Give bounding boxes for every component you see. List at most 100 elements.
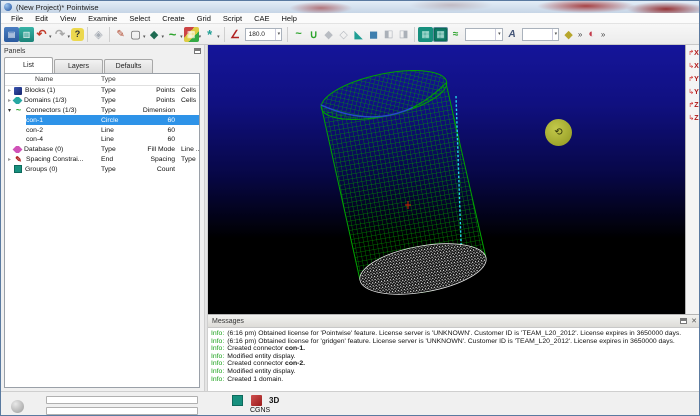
tree-row-blocks[interactable]: ▸Blocks (1) Type Points Cells	[5, 86, 199, 96]
title-bar[interactable]: (New Project)* Pointwise	[1, 1, 700, 13]
messages-panel: Messages ✕ Info:(6:16 pm) Obtained licen…	[208, 314, 700, 391]
expand-icon[interactable]: ▸	[5, 87, 14, 94]
column-name[interactable]: Name	[5, 76, 101, 83]
groups-icon	[14, 165, 22, 173]
tree-row-con-2[interactable]: con-2 Line 60	[5, 125, 199, 135]
log-line: Info:(6:16 pm) Obtained license for 'Poi…	[211, 330, 700, 338]
display-3d-viewport[interactable]: ⟲	[208, 45, 685, 314]
grid-shaded-button[interactable]: ▦	[433, 27, 448, 42]
tab-layers[interactable]: Layers	[54, 59, 103, 73]
view-minus-y-button[interactable]: ↳Y	[687, 87, 700, 98]
messages-log[interactable]: Info:(6:16 pm) Obtained license for 'Poi…	[208, 328, 700, 391]
tree-row-database[interactable]: Database (0) Type Fill Mode Line ...	[5, 145, 199, 155]
combo-dropdown-icon[interactable]: ▾	[552, 29, 558, 40]
center-column: ⟲ ↱X ↳X ↱Y ↳Y ↱Z ↳Z Messages ✕	[208, 45, 700, 391]
menu-examine[interactable]: Examine	[82, 13, 123, 24]
log-line: Info:Created 1 domain.	[211, 376, 700, 384]
diamond-tool-a-button[interactable]: ◆	[321, 27, 336, 42]
label-tool-button[interactable]: A	[505, 27, 520, 42]
menu-help[interactable]: Help	[275, 13, 302, 24]
column-type[interactable]: Type	[101, 76, 141, 83]
wedge-tool-button[interactable]: ◣	[351, 27, 366, 42]
dashed-connector-button[interactable]: ≈	[448, 27, 463, 42]
draw-style-button[interactable]: ✎	[113, 27, 128, 42]
menu-create[interactable]: Create	[156, 13, 191, 24]
rotate-angle-button[interactable]: ∠	[228, 27, 243, 42]
view-plus-y-button[interactable]: ↱Y	[687, 74, 700, 85]
mask-tool-button[interactable]: ◐	[584, 27, 599, 42]
open-button[interactable]: ▥	[19, 27, 34, 42]
pointwise-window: (New Project)* Pointwise File Edit View …	[0, 0, 700, 416]
toolbar-overflow-button-2[interactable]: »	[599, 27, 607, 42]
collapse-icon[interactable]: ▾	[5, 107, 14, 114]
tree-row-spacing-constraints[interactable]: ▸✎Spacing Constrai... End Spacing Type	[5, 155, 199, 165]
main-toolbar: ▤ ▥ ↶▾ ↷▾ ? ◈ ✎ ▢▾ ◆▾ ~▾ ▦▾ *▾ ∠ 180.0 ▾…	[1, 24, 700, 45]
menu-view[interactable]: View	[54, 13, 82, 24]
grid-points-button[interactable]: ▦	[418, 27, 433, 42]
tab-defaults[interactable]: Defaults	[104, 59, 153, 73]
connector-dropdown-icon[interactable]: ▾	[180, 34, 183, 40]
combo-dropdown-icon[interactable]: ▾	[495, 29, 501, 40]
log-line: Info:Created connector con-2.	[211, 360, 700, 368]
combo-dropdown-icon[interactable]: ▾	[275, 29, 281, 40]
solid-domain-button[interactable]: ◆	[147, 27, 162, 42]
curve-tool-button[interactable]: ~	[291, 27, 306, 42]
view-minus-z-button[interactable]: ↳Z	[687, 113, 700, 124]
messages-float-icon[interactable]	[680, 318, 687, 324]
menu-edit[interactable]: Edit	[29, 13, 54, 24]
panel-float-icon[interactable]	[194, 48, 201, 54]
solver-icon[interactable]	[251, 395, 262, 406]
main-area: Panels List Layers Defaults Name Type ▸B…	[1, 45, 700, 391]
grid-color-dropdown-icon[interactable]: ▾	[199, 34, 202, 40]
grid-color-button[interactable]: ▦	[184, 27, 199, 42]
tree-row-connectors[interactable]: ▾~Connectors (1/3) Type Dimension	[5, 106, 199, 116]
tree-row-groups[interactable]: Groups (0) Type Count	[5, 164, 199, 174]
view-plus-x-button[interactable]: ↱X	[687, 48, 700, 59]
app-logo-icon	[4, 3, 12, 11]
split-tool-button[interactable]: ◨	[396, 27, 411, 42]
grid-mode-icon[interactable]	[232, 395, 243, 406]
view-minus-x-button[interactable]: ↳X	[687, 61, 700, 72]
expand-icon[interactable]: ▸	[5, 156, 14, 163]
solid-domain-dropdown-icon[interactable]: ▾	[162, 34, 165, 40]
rotation-angle-combo[interactable]: 180.0 ▾	[245, 28, 283, 41]
tree-row-con-1[interactable]: con-1 Circle 60	[5, 115, 199, 125]
undo-button[interactable]: ↶	[34, 27, 49, 42]
menu-select[interactable]: Select	[123, 13, 156, 24]
create-connector-button[interactable]: ~	[165, 27, 180, 42]
tree-column-headers[interactable]: Name Type	[5, 74, 199, 86]
tree-row-con-4[interactable]: con-4 Line 60	[5, 135, 199, 145]
diamond-tool-b-button[interactable]: ◇	[336, 27, 351, 42]
redo-button[interactable]: ↷	[53, 27, 68, 42]
help-button[interactable]: ?	[71, 28, 84, 41]
show-hide-button[interactable]: ◈	[91, 27, 106, 42]
menu-file[interactable]: File	[5, 13, 29, 24]
log-line: Info:(6:16 pm) Obtained license for 'gri…	[211, 338, 700, 346]
menu-script[interactable]: Script	[217, 13, 248, 24]
domain-spray-button[interactable]: *	[202, 27, 217, 42]
messages-close-icon[interactable]: ✕	[691, 317, 697, 325]
toolbar-overflow-button[interactable]: »	[576, 27, 584, 42]
block-tool-button[interactable]: ◼	[366, 27, 381, 42]
domain-spray-dropdown-icon[interactable]: ▾	[217, 34, 220, 40]
toolbar-separator	[287, 27, 288, 42]
tab-list[interactable]: List	[4, 57, 53, 73]
size-combo[interactable]: ▾	[522, 28, 560, 41]
undo-dropdown-icon[interactable]: ▾	[49, 34, 52, 40]
extrude-tool-button[interactable]: ◧	[381, 27, 396, 42]
toolbar-separator	[87, 27, 88, 42]
window-title: (New Project)* Pointwise	[16, 3, 99, 12]
tree-row-domains[interactable]: ▸Domains (1/3) Type Points Cells	[5, 96, 199, 106]
menu-grid[interactable]: Grid	[191, 13, 217, 24]
view-cube-button[interactable]: ▢	[128, 27, 143, 42]
redo-dropdown-icon[interactable]: ▾	[68, 34, 71, 40]
rotation-angle-value: 180.0	[249, 31, 275, 38]
arc-tool-button[interactable]: ∪	[306, 27, 321, 42]
save-button[interactable]: ▤	[4, 27, 19, 42]
view-plus-z-button[interactable]: ↱Z	[687, 100, 700, 111]
panel-tabs: List Layers Defaults	[1, 57, 204, 73]
menu-cae[interactable]: CAE	[248, 13, 275, 24]
view-cube-dropdown-icon[interactable]: ▾	[143, 34, 146, 40]
surface-tool-button[interactable]: ◆	[561, 27, 576, 42]
name-combo[interactable]: ▾	[465, 28, 503, 41]
